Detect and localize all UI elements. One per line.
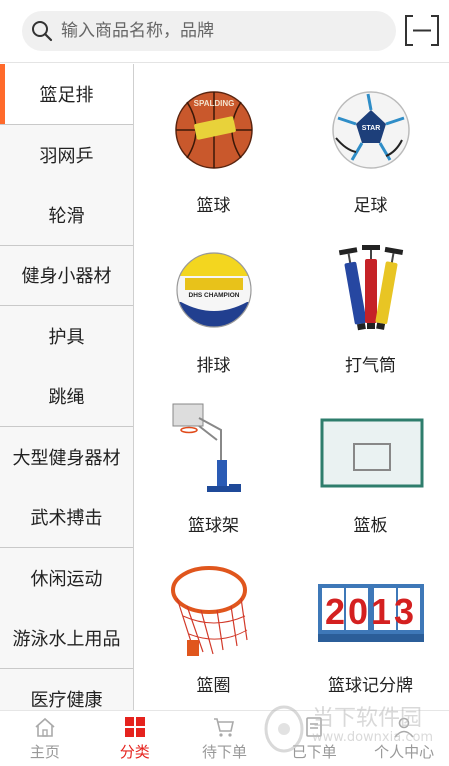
sidebar-item-label: 护具 bbox=[48, 327, 85, 349]
product-name: 篮球架 bbox=[188, 516, 239, 536]
product-name: 篮球 bbox=[196, 196, 231, 216]
sidebar-item-large-fitness-equipment[interactable]: 大型健身器材 bbox=[0, 427, 133, 488]
sidebar-item-leisure-sports[interactable]: 休闲运动 bbox=[0, 548, 133, 609]
product-volleyball[interactable]: DHS CHAMPION 排球 bbox=[135, 240, 292, 400]
scoreboard-digits: 2013 bbox=[324, 591, 416, 632]
product-name: 篮板 bbox=[353, 516, 388, 536]
tab-label: 待下单 bbox=[201, 742, 247, 761]
tab-placed-orders[interactable]: 已下单 bbox=[269, 711, 359, 766]
app: 篮足排 羽网乒 轮滑 健身小器材 护具 跳绳 大型健身器材 武术搏击 休闲运动 … bbox=[0, 0, 449, 766]
sidebar-item-label: 跳绳 bbox=[48, 387, 85, 409]
order-icon bbox=[306, 716, 323, 737]
product-name: 打气筒 bbox=[345, 356, 396, 376]
home-icon bbox=[35, 717, 55, 737]
scan-icon[interactable] bbox=[404, 14, 440, 47]
tab-category[interactable]: 分类 bbox=[90, 711, 180, 766]
sidebar-item-label: 健身小器材 bbox=[21, 266, 112, 288]
product-hoop[interactable]: 篮圈 bbox=[135, 560, 292, 710]
volleyball-brand-text: DHS CHAMPION bbox=[188, 292, 239, 299]
sidebar-item-basketball-football-volleyball[interactable]: 篮足排 bbox=[0, 64, 133, 125]
product-scoreboard[interactable]: 2013 篮球记分牌 bbox=[292, 560, 449, 710]
tab-profile[interactable]: 个人中心 bbox=[359, 711, 449, 766]
tab-label: 个人中心 bbox=[374, 742, 435, 761]
sidebar-item-fitness-small-equipment[interactable]: 健身小器材 bbox=[0, 245, 133, 306]
sidebar-item-label: 医疗健康 bbox=[30, 690, 103, 710]
football-image: STAR bbox=[331, 91, 410, 169]
cart-icon bbox=[214, 717, 235, 737]
football-brand-text: STAR bbox=[361, 125, 380, 132]
volleyball-image: DHS CHAMPION bbox=[175, 252, 252, 328]
air-pump-image bbox=[338, 245, 403, 331]
tab-label: 分类 bbox=[119, 742, 150, 761]
product-name: 篮圈 bbox=[196, 676, 231, 696]
basketball-stand-image bbox=[172, 403, 241, 492]
backboard-image bbox=[320, 418, 423, 488]
sidebar-item-medical-health[interactable]: 医疗健康 bbox=[0, 669, 133, 710]
product-basketball[interactable]: SPALDING 篮球 bbox=[135, 80, 292, 240]
search-icon bbox=[32, 21, 53, 42]
sidebar-item-label: 篮足排 bbox=[39, 84, 94, 106]
product-football[interactable]: STAR 足球 bbox=[292, 80, 449, 240]
product-grid: SPALDING 篮球 STAR 足球 DHS CHAMPION 排球 打气筒 … bbox=[135, 64, 449, 710]
sidebar-item-martial-arts[interactable]: 武术搏击 bbox=[0, 487, 133, 548]
basketball-brand-text: SPALDING bbox=[193, 99, 234, 108]
sidebar-item-label: 武术搏击 bbox=[30, 508, 103, 530]
product-backboard[interactable]: 篮板 bbox=[292, 400, 449, 560]
product-air-pump[interactable]: 打气筒 bbox=[292, 240, 449, 400]
scoreboard-image: 2013 bbox=[317, 584, 424, 642]
product-name: 篮球记分牌 bbox=[328, 676, 413, 696]
tab-label: 主页 bbox=[29, 742, 60, 761]
sidebar-item-label: 游泳水上用品 bbox=[12, 629, 121, 651]
sidebar-item-roller-skating[interactable]: 轮滑 bbox=[0, 185, 133, 246]
sidebar-item-swimming-water[interactable]: 游泳水上用品 bbox=[0, 608, 133, 669]
product-basketball-stand[interactable]: 篮球架 bbox=[135, 400, 292, 560]
tab-pending-orders[interactable]: 待下单 bbox=[180, 711, 270, 766]
product-name: 足球 bbox=[353, 196, 388, 216]
tab-label: 已下单 bbox=[291, 742, 337, 761]
product-grid-panel: SPALDING 篮球 STAR 足球 DHS CHAMPION 排球 打气筒 … bbox=[135, 64, 449, 710]
search-input[interactable] bbox=[61, 21, 396, 41]
user-icon bbox=[394, 717, 414, 738]
search-bar[interactable] bbox=[22, 11, 396, 51]
basketball-image: SPALDING bbox=[174, 91, 253, 169]
sidebar-item-protective-gear[interactable]: 护具 bbox=[0, 306, 133, 367]
category-sidebar: 篮足排 羽网乒 轮滑 健身小器材 护具 跳绳 大型健身器材 武术搏击 休闲运动 … bbox=[0, 64, 134, 710]
tab-home[interactable]: 主页 bbox=[0, 711, 90, 766]
hoop-image bbox=[170, 566, 248, 656]
sidebar-item-label: 羽网乒 bbox=[39, 145, 94, 167]
product-name: 排球 bbox=[196, 356, 231, 376]
header bbox=[0, 0, 449, 63]
bottom-tab-bar: 主页 分类 待下单 已下单 个人中心 bbox=[0, 710, 449, 766]
sidebar-item-jump-rope[interactable]: 跳绳 bbox=[0, 366, 133, 427]
sidebar-item-label: 大型健身器材 bbox=[12, 448, 121, 470]
sidebar-item-badminton-tennis-pingpong[interactable]: 羽网乒 bbox=[0, 124, 133, 185]
sidebar-item-label: 休闲运动 bbox=[30, 569, 103, 591]
sidebar-item-label: 轮滑 bbox=[48, 205, 85, 227]
category-icon bbox=[124, 716, 145, 737]
